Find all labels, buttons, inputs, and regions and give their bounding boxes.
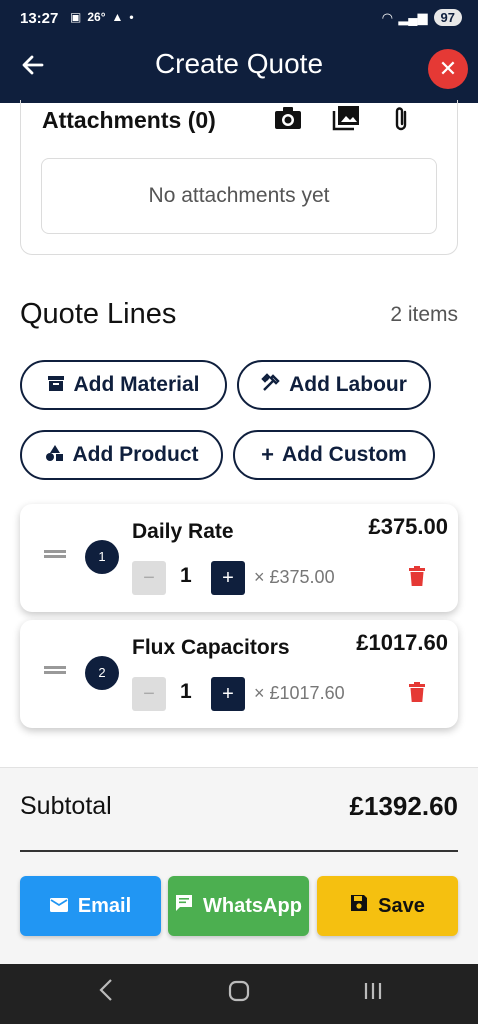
temperature: 26° <box>87 10 106 24</box>
paperclip-icon[interactable] <box>390 105 424 135</box>
divider <box>20 850 458 852</box>
tools-icon <box>261 372 281 398</box>
add-product-button[interactable]: Add Product <box>20 430 223 480</box>
trash-icon[interactable] <box>409 566 425 586</box>
decrease-quantity-button[interactable]: − <box>132 561 166 595</box>
trash-icon[interactable] <box>409 682 425 702</box>
message-icon <box>175 894 193 918</box>
floppy-disk-icon <box>350 894 368 918</box>
subtotal-label: Subtotal <box>20 792 112 820</box>
line-total: £375.00 <box>368 514 448 539</box>
unit-price: × £375.00 <box>254 567 335 587</box>
drag-handle-icon[interactable] <box>44 666 66 674</box>
save-button[interactable]: Save <box>317 876 458 936</box>
warning-icon: ▲ <box>111 10 124 24</box>
email-button[interactable]: Email <box>20 876 161 936</box>
mail-icon <box>49 895 68 918</box>
close-button[interactable]: ✕ <box>428 49 468 89</box>
shapes-icon <box>45 444 65 467</box>
archive-icon <box>47 374 65 397</box>
page-title: Create Quote <box>154 48 324 79</box>
quote-lines-count: 2 items <box>390 303 458 326</box>
email-label: Email <box>77 894 132 917</box>
unit-price: × £1017.60 <box>254 683 345 703</box>
add-custom-button[interactable]: + Add Custom <box>233 430 435 480</box>
signal-icon: ▂▄▆ <box>398 9 428 25</box>
add-custom-label: Add Custom <box>282 443 407 466</box>
attachments-title: Attachments (0) <box>42 107 216 133</box>
status-time: 13:27 <box>20 10 59 27</box>
quantity-value: 1 <box>180 564 192 587</box>
wifi-icon: ◠ <box>382 9 393 25</box>
add-labour-label: Add Labour <box>289 373 407 396</box>
status-bar: 13:27 ▣ 26° ▲ • ◠ ▂▄▆ 97 <box>0 0 478 38</box>
increase-quantity-button[interactable]: + <box>211 561 245 595</box>
summary-panel: Subtotal £1392.60 Email WhatsApp Save <box>0 767 478 964</box>
increase-quantity-button[interactable]: + <box>211 677 245 711</box>
line-total: £1017.60 <box>356 630 448 655</box>
dot-icon: • <box>129 10 134 24</box>
add-material-button[interactable]: Add Material <box>20 360 227 410</box>
line-number: 2 <box>85 656 119 690</box>
quote-lines-title: Quote Lines <box>20 298 177 330</box>
close-icon: ✕ <box>438 56 458 81</box>
nav-recents-icon[interactable] <box>362 978 384 1009</box>
add-material-label: Add Material <box>73 373 200 396</box>
add-labour-button[interactable]: Add Labour <box>237 360 431 410</box>
camera-icon[interactable] <box>274 105 308 135</box>
plus-icon: + <box>261 442 275 467</box>
whatsapp-label: WhatsApp <box>203 894 302 917</box>
decrease-quantity-button[interactable]: − <box>132 677 166 711</box>
gallery-icon[interactable] <box>332 105 366 135</box>
quantity-value: 1 <box>180 680 192 703</box>
nav-home-icon[interactable] <box>228 978 250 1009</box>
system-nav-bar <box>0 964 478 1024</box>
drag-handle-icon[interactable] <box>44 550 66 558</box>
quote-line-item[interactable]: 2 Flux Capacitors £1017.60 − 1 + × £1017… <box>20 620 458 728</box>
line-number: 1 <box>85 540 119 574</box>
attachments-empty-state: No attachments yet <box>41 158 437 234</box>
save-label: Save <box>378 894 425 917</box>
line-name: Flux Capacitors <box>132 636 290 659</box>
app-header: 13:27 ▣ 26° ▲ • ◠ ▂▄▆ 97 Create Quote ✕ <box>0 0 478 103</box>
nav-back-icon[interactable] <box>98 978 114 1009</box>
subtotal-value: £1392.60 <box>349 791 458 821</box>
add-product-label: Add Product <box>72 443 199 466</box>
whatsapp-button[interactable]: WhatsApp <box>168 876 309 936</box>
attachments-card: Attachments (0) No attachments yet <box>20 100 458 255</box>
battery-indicator: 97 <box>433 9 462 26</box>
quote-line-item[interactable]: 1 Daily Rate £375.00 − 1 + × £375.00 <box>20 504 458 612</box>
line-name: Daily Rate <box>132 520 234 543</box>
screenshot-icon: ▣ <box>70 10 82 24</box>
